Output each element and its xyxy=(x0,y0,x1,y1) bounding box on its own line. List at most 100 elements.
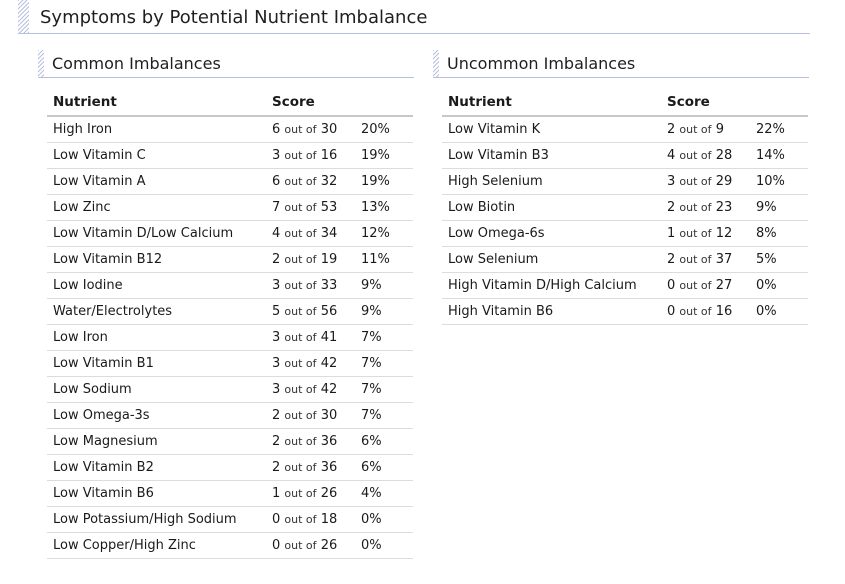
table-row: Low Zinc 7 out of 53 13% xyxy=(47,194,413,221)
uncommon-imbalances-panel: Uncommon Imbalances Nutrient Score Low V… xyxy=(433,50,809,325)
score-value: 7 xyxy=(272,200,281,215)
score-total: 37 xyxy=(715,252,733,267)
nutrient-cell: Low Potassium/High Sodium xyxy=(47,506,266,533)
table-row: High Iron 6 out of 30 20% xyxy=(47,116,413,143)
page-header: Symptoms by Potential Nutrient Imbalance xyxy=(18,0,810,34)
percent-cell: 4% xyxy=(355,480,413,507)
score-cell: 2 out of 19 xyxy=(266,246,355,273)
score-value: 0 xyxy=(272,512,281,527)
nutrient-cell: Low Vitamin B6 xyxy=(47,480,266,507)
table-row: Low Potassium/High Sodium 0 out of 18 0% xyxy=(47,506,413,533)
score-total: 42 xyxy=(320,356,338,371)
score-cell: 2 out of 37 xyxy=(661,246,750,273)
score-value: 4 xyxy=(272,226,281,241)
score-cell: 3 out of 41 xyxy=(266,324,355,351)
score-cell: 3 out of 42 xyxy=(266,376,355,403)
score-total: 36 xyxy=(320,460,338,475)
score-value: 3 xyxy=(272,148,281,163)
nutrient-cell: Water/Electrolytes xyxy=(47,298,266,325)
score-value: 0 xyxy=(667,304,676,319)
nutrient-cell: Low Copper/High Zinc xyxy=(47,532,266,559)
common-imbalances-panel: Common Imbalances Nutrient Score High Ir… xyxy=(38,50,414,559)
nutrient-cell: High Iron xyxy=(47,116,266,143)
percent-cell: 10% xyxy=(750,168,808,195)
out-of-label: out of xyxy=(284,175,317,188)
score-value: 4 xyxy=(667,148,676,163)
score-total: 34 xyxy=(320,226,338,241)
out-of-label: out of xyxy=(284,227,317,240)
nutrient-cell: High Selenium xyxy=(442,168,661,195)
nutrient-column-header: Nutrient xyxy=(47,89,266,117)
table-row: Low Vitamin B6 1 out of 26 4% xyxy=(47,480,413,507)
percent-column-header xyxy=(355,89,413,117)
score-cell: 4 out of 34 xyxy=(266,220,355,247)
table-row: Low Magnesium 2 out of 36 6% xyxy=(47,428,413,455)
header-hatch-decoration xyxy=(18,0,29,33)
score-cell: 0 out of 16 xyxy=(661,298,750,325)
nutrient-cell: Low Omega-3s xyxy=(47,402,266,429)
table-row: Low Vitamin D/Low Calcium 4 out of 34 12% xyxy=(47,220,413,247)
percent-cell: 9% xyxy=(355,272,413,299)
score-value: 3 xyxy=(272,356,281,371)
out-of-label: out of xyxy=(284,305,317,318)
score-total: 41 xyxy=(320,330,338,345)
nutrient-cell: Low Vitamin B2 xyxy=(47,454,266,481)
percent-cell: 20% xyxy=(355,116,413,143)
score-cell: 0 out of 26 xyxy=(266,532,355,559)
percent-cell: 9% xyxy=(355,298,413,325)
score-cell: 0 out of 18 xyxy=(266,506,355,533)
percent-cell: 14% xyxy=(750,142,808,169)
score-cell: 7 out of 53 xyxy=(266,194,355,221)
score-value: 3 xyxy=(272,278,281,293)
score-column-header: Score xyxy=(266,89,355,117)
score-value: 3 xyxy=(272,330,281,345)
table-row: Low Vitamin A6 out of 32 19% xyxy=(47,168,413,195)
score-value: 2 xyxy=(667,200,676,215)
score-value: 0 xyxy=(272,538,281,553)
percent-cell: 6% xyxy=(355,454,413,481)
score-column-header: Score xyxy=(661,89,750,117)
score-total: 26 xyxy=(320,486,338,501)
percent-column-header xyxy=(750,89,808,117)
table-row: Low Vitamin B3 4 out of 28 14% xyxy=(442,142,808,169)
out-of-label: out of xyxy=(284,149,317,162)
score-cell: 1 out of 26 xyxy=(266,480,355,507)
table-row: Low Vitamin B1 3 out of 42 7% xyxy=(47,350,413,377)
panel-hatch-decoration xyxy=(38,50,44,77)
percent-cell: 7% xyxy=(355,324,413,351)
score-total: 32 xyxy=(320,174,338,189)
score-cell: 6 out of 32 xyxy=(266,168,355,195)
score-value: 3 xyxy=(272,382,281,397)
out-of-label: out of xyxy=(284,383,317,396)
out-of-label: out of xyxy=(284,539,317,552)
out-of-label: out of xyxy=(679,201,712,214)
table-row: Low Vitamin K2 out of 9 22% xyxy=(442,116,808,143)
score-total: 56 xyxy=(320,304,338,319)
percent-cell: 0% xyxy=(750,272,808,299)
out-of-label: out of xyxy=(679,227,712,240)
out-of-label: out of xyxy=(679,253,712,266)
score-value: 1 xyxy=(667,226,676,241)
nutrient-cell: High Vitamin B6 xyxy=(442,298,661,325)
score-total: 29 xyxy=(715,174,733,189)
table-row: Low Vitamin B2 2 out of 36 6% xyxy=(47,454,413,481)
score-value: 2 xyxy=(272,408,281,423)
page-title: Symptoms by Potential Nutrient Imbalance xyxy=(40,7,428,28)
percent-cell: 7% xyxy=(355,402,413,429)
out-of-label: out of xyxy=(284,279,317,292)
percent-cell: 19% xyxy=(355,142,413,169)
score-total: 9 xyxy=(715,122,724,137)
percent-cell: 22% xyxy=(750,116,808,143)
percent-cell: 0% xyxy=(355,506,413,533)
score-value: 2 xyxy=(272,252,281,267)
table-header-row: Nutrient Score xyxy=(47,89,413,117)
nutrient-column-header: Nutrient xyxy=(442,89,661,117)
score-value: 6 xyxy=(272,174,281,189)
common-imbalances-header: Common Imbalances xyxy=(38,50,414,78)
percent-cell: 7% xyxy=(355,350,413,377)
out-of-label: out of xyxy=(679,149,712,162)
out-of-label: out of xyxy=(284,357,317,370)
score-value: 2 xyxy=(667,252,676,267)
percent-cell: 13% xyxy=(355,194,413,221)
score-value: 0 xyxy=(667,278,676,293)
